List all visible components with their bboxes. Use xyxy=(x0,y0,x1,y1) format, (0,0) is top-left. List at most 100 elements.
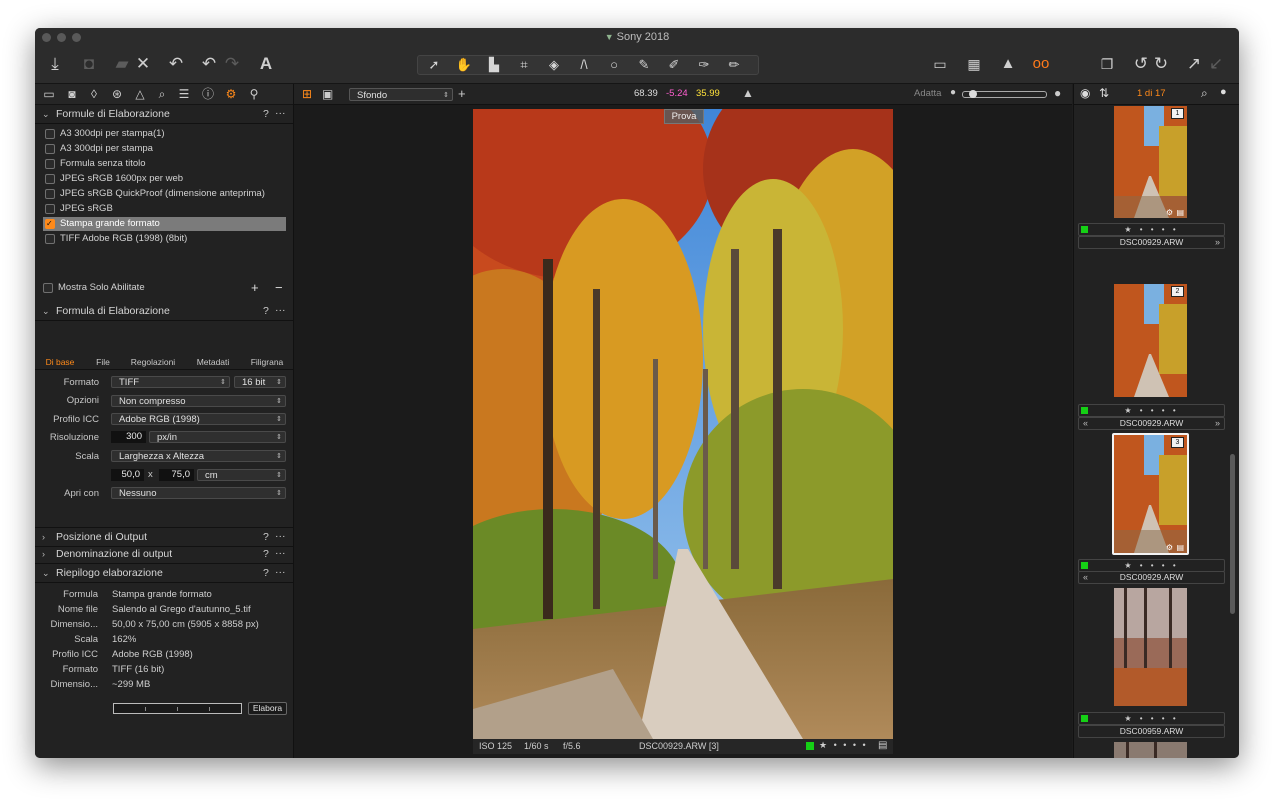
collapse-icon[interactable]: ↙ xyxy=(1207,54,1225,74)
tab-adjustments[interactable]: Regolazioni xyxy=(130,356,176,368)
undo-icon[interactable]: ↶ xyxy=(200,54,218,74)
recipe-checkbox[interactable] xyxy=(45,129,55,139)
dimension-unit-select[interactable]: cm ⇕ xyxy=(197,469,286,481)
tab-file[interactable]: File xyxy=(93,356,113,368)
thumbnail-3-selected[interactable]: 3 ⚙ ▤ xyxy=(1112,433,1189,555)
add-style-icon[interactable]: + xyxy=(458,86,466,101)
icc-profile-select[interactable]: Adobe RGB (1998) ⇕ xyxy=(111,413,286,425)
multi-view-icon[interactable]: ❐ xyxy=(1096,54,1118,74)
main-photo[interactable]: Prova xyxy=(473,109,893,739)
rotate-tool-icon[interactable]: ◈ xyxy=(540,56,568,74)
output-naming-header[interactable]: › Denominazione di output ? ··· xyxy=(35,545,293,564)
thumbnail-2[interactable]: 2 xyxy=(1114,284,1187,397)
resolution-unit-select[interactable]: px/in ⇕ xyxy=(149,431,286,443)
user-icon[interactable]: ● xyxy=(1220,86,1227,98)
resolution-input[interactable]: 300 xyxy=(111,431,146,443)
camera-icon[interactable]: ◘ xyxy=(78,54,100,74)
recipe-checkbox[interactable] xyxy=(45,189,55,199)
recipe-checkbox[interactable] xyxy=(45,234,55,244)
batch-tab-icon[interactable]: ⚲ xyxy=(245,86,263,102)
thumbnail-4[interactable] xyxy=(1114,588,1187,706)
show-enabled-checkbox[interactable] xyxy=(43,283,53,293)
open-with-select[interactable]: Nessuno ⇕ xyxy=(111,487,286,499)
color-tag[interactable] xyxy=(806,742,814,750)
help-button[interactable]: ? xyxy=(263,545,269,563)
pointer-tool-icon[interactable]: ➚ xyxy=(420,56,448,74)
grid-icon[interactable]: ▦ xyxy=(964,54,984,74)
more-button[interactable]: ··· xyxy=(275,527,286,545)
format-select[interactable]: TIFF ⇕ xyxy=(111,376,230,388)
eye-icon[interactable]: ◉ xyxy=(1080,86,1090,100)
zoom-slider[interactable] xyxy=(962,90,1047,98)
prev-variant-icon[interactable]: « xyxy=(1083,572,1088,583)
help-button[interactable]: ? xyxy=(263,302,269,320)
tab-watermark[interactable]: Filigrana xyxy=(249,356,285,368)
move-to-icon[interactable]: ▰ xyxy=(111,54,133,74)
import-icon[interactable]: ⤓ xyxy=(45,54,65,74)
recipe-item[interactable]: JPEG sRGB xyxy=(43,202,286,216)
more-button[interactable]: ··· xyxy=(275,104,286,122)
rotate-right-icon[interactable]: ↻ xyxy=(1152,54,1170,74)
prev-variant-icon[interactable]: « xyxy=(1083,418,1088,429)
process-button[interactable]: Elabora xyxy=(248,702,287,715)
metadata-tab-icon[interactable]: ☰ xyxy=(175,86,193,102)
recipe-item-selected[interactable]: Stampa grande formato xyxy=(43,217,286,231)
output-tab-icon[interactable]: ⚙ xyxy=(222,86,240,102)
color-tab-icon[interactable]: ⊛ xyxy=(108,86,126,102)
recipe-checkbox[interactable] xyxy=(45,204,55,214)
recipe-section-header[interactable]: ⌄ Formula di Elaborazione ? ··· xyxy=(35,302,293,321)
single-view-icon[interactable]: ▣ xyxy=(322,87,333,101)
next-variant-icon[interactable]: » xyxy=(1215,418,1220,429)
details-icon[interactable]: ▤ xyxy=(878,740,887,751)
thumbnail-rating-row[interactable]: ★ • • • • xyxy=(1078,223,1225,236)
exposure-tab-icon[interactable]: △ xyxy=(131,86,149,102)
loupe-tool-icon[interactable]: ▙ xyxy=(480,56,508,74)
annotate-tool-icon[interactable]: ✏ xyxy=(720,56,748,74)
thumbnail-rating-row[interactable]: ★ • • • • xyxy=(1078,712,1225,725)
process-summary-header[interactable]: ⌄ Riepilogo elaborazione ? ··· xyxy=(35,564,293,583)
picker-tool-icon[interactable]: ✑ xyxy=(690,56,718,74)
auto-adjust-icon[interactable]: A xyxy=(255,54,277,74)
search-icon[interactable]: ⌕ xyxy=(1201,86,1208,101)
edit-mask-icon[interactable]: ▭ xyxy=(930,54,950,74)
browser-scrollbar[interactable] xyxy=(1230,454,1235,614)
recipes-section-header[interactable]: ⌄ Formule di Elaborazione ? ··· xyxy=(35,105,293,124)
eraser-tool-icon[interactable]: ✐ xyxy=(660,56,688,74)
spot-removal-tool-icon[interactable]: ○ xyxy=(600,56,628,74)
sort-icon[interactable]: ⇅ xyxy=(1099,86,1109,100)
recipe-item[interactable]: JPEG sRGB QuickProof (dimensione antepri… xyxy=(43,187,286,201)
more-button[interactable]: ··· xyxy=(275,301,286,319)
brush-tool-icon[interactable]: ✎ xyxy=(630,56,658,74)
recipe-checkbox[interactable] xyxy=(45,159,55,169)
info-tab-icon[interactable]: ⓘ xyxy=(199,86,217,102)
more-button[interactable]: ··· xyxy=(275,544,286,562)
details-tab-icon[interactable]: ⌕ xyxy=(153,86,171,102)
proof-glasses-icon[interactable]: oo xyxy=(1027,54,1055,74)
tab-metadata[interactable]: Metadati xyxy=(193,356,233,368)
help-button[interactable]: ? xyxy=(263,528,269,546)
rating-stars[interactable]: ★ • • • • xyxy=(819,740,868,751)
scale-select[interactable]: Larghezza x Altezza ⇕ xyxy=(111,450,286,462)
pan-tool-icon[interactable]: ✋ xyxy=(450,56,478,74)
height-input[interactable]: 75,0 xyxy=(159,469,194,481)
more-button[interactable]: ··· xyxy=(275,563,286,581)
recipe-checkbox[interactable] xyxy=(45,144,55,154)
recipe-checkbox[interactable] xyxy=(45,217,55,231)
lens-tab-icon[interactable]: ◊ xyxy=(85,86,103,102)
recipe-item[interactable]: A3 300dpi per stampa(1) xyxy=(43,127,286,141)
grid-view-icon[interactable]: ⊞ xyxy=(302,87,312,101)
exposure-warning-icon[interactable]: ▲ xyxy=(998,54,1018,74)
output-location-header[interactable]: › Posizione di Output ? ··· xyxy=(35,527,293,547)
compression-select[interactable]: Non compresso ⇕ xyxy=(111,395,286,407)
style-select[interactable]: Sfondo ⇕ xyxy=(349,88,453,101)
show-enabled-toggle[interactable]: Mostra Solo Abilitate xyxy=(41,281,284,295)
recipe-item[interactable]: Formula senza titolo xyxy=(43,157,286,171)
next-variant-icon[interactable]: » xyxy=(1215,237,1220,248)
help-button[interactable]: ? xyxy=(263,564,269,582)
rotate-left-icon[interactable]: ↺ xyxy=(1132,54,1150,74)
tab-basic[interactable]: Di base xyxy=(43,356,77,368)
expand-icon[interactable]: ↗ xyxy=(1185,54,1203,74)
remove-recipe-button[interactable]: − xyxy=(275,280,283,295)
library-tab-icon[interactable]: ▭ xyxy=(40,86,58,102)
crop-tool-icon[interactable]: ⌗ xyxy=(510,56,538,74)
